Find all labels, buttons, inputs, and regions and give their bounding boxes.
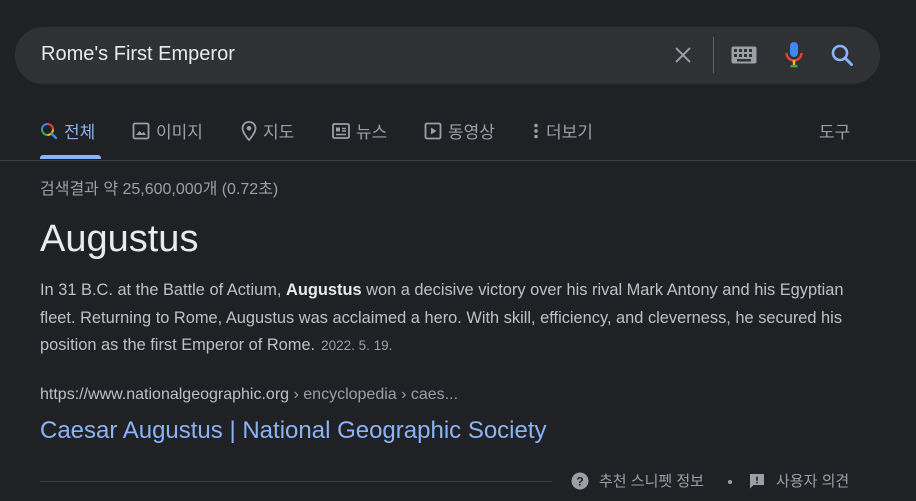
tools-button[interactable]: 도구	[819, 118, 850, 143]
snippet-date: 2022. 5. 19.	[321, 338, 393, 353]
tab-videos[interactable]: 동영상	[424, 118, 495, 143]
feedback-icon	[750, 473, 764, 488]
search-input[interactable]: Rome's First Emperor	[41, 43, 235, 66]
search-bar[interactable]: Rome's First Emperor	[15, 27, 880, 84]
feedback-button[interactable]: 사용자 의견	[748, 470, 849, 491]
search-icon	[40, 122, 58, 140]
tools-label: 도구	[819, 123, 851, 142]
active-tab-indicator	[40, 155, 101, 159]
result-stats: 검색결과 약 25,600,000개 (0.72초)	[40, 181, 279, 198]
search-icon	[831, 44, 853, 66]
about-featured-snippets-button[interactable]: ? 추천 스니펫 정보	[571, 470, 704, 491]
voice-search-button[interactable]	[781, 39, 807, 71]
tab-more[interactable]: 더보기	[532, 118, 593, 143]
news-icon	[332, 122, 350, 139]
tab-images[interactable]: 이미지	[132, 118, 203, 143]
separator-dot	[728, 480, 732, 484]
more-vert-icon	[532, 122, 540, 140]
svg-text:?: ?	[576, 474, 583, 488]
tab-label: 더보기	[546, 123, 593, 142]
tab-label: 지도	[263, 123, 295, 142]
tab-maps[interactable]: 지도	[241, 118, 294, 143]
close-icon	[675, 47, 691, 63]
search-tabs: 전체 이미지 지도 뉴스 동영상 더보기 도구	[0, 104, 916, 161]
result-url-path: › encyclopedia › caes...	[289, 386, 459, 403]
tab-all[interactable]: 전체	[40, 118, 95, 143]
image-icon	[132, 122, 150, 140]
featured-snippet-heading: Augustus	[40, 218, 199, 260]
help-icon: ?	[571, 472, 589, 489]
divider	[40, 481, 552, 482]
tab-label: 이미지	[156, 123, 203, 142]
about-featured-snippets-label: 추천 스니펫 정보	[599, 473, 704, 490]
tab-label: 전체	[64, 123, 96, 142]
keyboard-icon	[731, 46, 757, 64]
tab-news[interactable]: 뉴스	[332, 118, 387, 143]
snippet-text-start: In 31 B.C. at the Battle of Actium,	[40, 281, 286, 299]
snippet-highlight: Augustus	[286, 281, 362, 299]
featured-snippet-text: In 31 B.C. at the Battle of Actium, Augu…	[40, 277, 870, 360]
play-icon	[424, 122, 442, 140]
tab-label: 뉴스	[356, 123, 388, 142]
keyboard-button[interactable]	[729, 43, 759, 67]
search-divider	[713, 37, 714, 73]
result-url[interactable]: https://www.nationalgeographic.org › enc…	[40, 386, 458, 404]
microphone-icon	[785, 42, 803, 68]
feedback-label: 사용자 의견	[776, 473, 850, 490]
clear-search-button[interactable]	[669, 41, 697, 69]
search-button[interactable]	[827, 40, 857, 70]
result-title-link[interactable]: Caesar Augustus | National Geographic So…	[40, 417, 547, 445]
map-pin-icon	[241, 120, 257, 141]
tab-label: 동영상	[448, 123, 495, 142]
result-url-domain: https://www.nationalgeographic.org	[40, 386, 290, 403]
